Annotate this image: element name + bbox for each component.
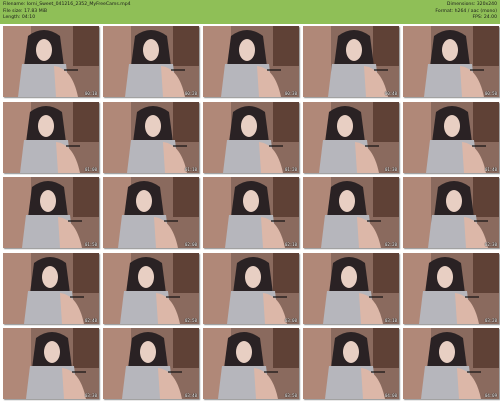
frame-timestamp: 00:30 <box>284 91 297 96</box>
frame-timestamp: 04:09 <box>484 393 497 398</box>
frame-image <box>103 252 199 324</box>
frame-image <box>103 26 199 97</box>
video-frame-thumbnail: 02:30 <box>403 177 499 248</box>
frame-image <box>3 328 99 399</box>
frame-image <box>303 328 399 399</box>
frame-image <box>3 26 99 97</box>
video-frame-thumbnail: 02:10 <box>203 177 299 248</box>
video-frame-thumbnail: 01:40 <box>403 101 499 173</box>
video-frame-thumbnail: 00:20 <box>103 26 199 97</box>
frame-image <box>403 328 499 399</box>
frame-timestamp: 00:40 <box>384 91 397 96</box>
video-frame-thumbnail: 01:30 <box>303 101 399 173</box>
frame-image <box>303 26 399 97</box>
frame-image <box>3 252 99 324</box>
video-frame-thumbnail: 01:10 <box>103 101 199 173</box>
frame-image <box>3 177 99 248</box>
frame-image <box>103 328 199 399</box>
frame-timestamp: 02:00 <box>184 242 197 247</box>
frame-timestamp: 01:20 <box>284 166 297 172</box>
frame-timestamp: 03:00 <box>284 317 297 323</box>
frame-timestamp: 03:20 <box>484 317 497 323</box>
fps-line: FPS: 24.00 <box>472 15 497 21</box>
filename-line: Filename: Iorni_Sweet_041216_2352_MyFree… <box>3 2 131 7</box>
video-frame-thumbnail: 04:09 <box>403 328 499 399</box>
video-frame-thumbnail: 03:00 <box>203 252 299 324</box>
frame-image <box>303 101 399 173</box>
frame-image <box>303 252 399 324</box>
frame-image <box>303 177 399 248</box>
video-frame-thumbnail: 03:40 <box>103 328 199 399</box>
video-frame-thumbnail: 02:50 <box>103 252 199 324</box>
video-frame-thumbnail: 04:00 <box>303 328 399 399</box>
frame-image <box>103 101 199 173</box>
frame-image <box>203 252 299 324</box>
frame-image <box>403 177 499 248</box>
frame-timestamp: 01:50 <box>84 242 97 247</box>
video-frame-thumbnail: 01:50 <box>3 177 99 248</box>
file-info-left: Filename: Iorni_Sweet_041216_2352_MyFree… <box>3 2 131 22</box>
frame-image <box>403 101 499 173</box>
video-frame-thumbnail: 01:00 <box>3 101 99 173</box>
video-frame-thumbnail: 02:20 <box>303 177 399 248</box>
frame-timestamp: 03:10 <box>384 317 397 323</box>
dimensions-line: Dimensions: 320x240 <box>446 2 497 7</box>
frame-image <box>103 177 199 248</box>
frame-image <box>203 177 299 248</box>
frame-timestamp: 01:30 <box>384 166 397 172</box>
video-frame-thumbnail: 03:50 <box>203 328 299 399</box>
frame-timestamp: 04:00 <box>384 393 397 398</box>
frame-timestamp: 00:50 <box>484 91 497 96</box>
frame-timestamp: 00:20 <box>184 91 197 96</box>
frame-timestamp: 02:20 <box>384 242 397 247</box>
video-frame-thumbnail: 02:40 <box>3 252 99 324</box>
frame-timestamp: 03:50 <box>284 393 297 398</box>
frame-timestamp: 02:40 <box>84 317 97 323</box>
video-frame-thumbnail: 00:40 <box>303 26 399 97</box>
video-frame-thumbnail: 03:20 <box>403 252 499 324</box>
video-frame-thumbnail: 02:00 <box>103 177 199 248</box>
video-info-header: Filename: Iorni_Sweet_041216_2352_MyFree… <box>0 0 500 24</box>
frame-timestamp: 02:10 <box>284 242 297 247</box>
frame-image <box>203 328 299 399</box>
frame-image <box>3 101 99 173</box>
frame-image <box>203 26 299 97</box>
video-frame-thumbnail: 03:30 <box>3 328 99 399</box>
frame-timestamp: 03:30 <box>84 393 97 398</box>
video-frame-thumbnail: 00:30 <box>203 26 299 97</box>
thumbnail-grid: 00:10 00:20 00:30 00:40 00:50 01:00 01:10 01:20… <box>0 24 500 401</box>
frame-timestamp: 02:30 <box>484 242 497 247</box>
frame-image <box>403 252 499 324</box>
frame-timestamp: 02:50 <box>184 317 197 323</box>
video-frame-thumbnail: 00:10 <box>3 26 99 97</box>
frame-timestamp: 01:00 <box>84 166 97 172</box>
frame-timestamp: 01:40 <box>484 166 497 172</box>
video-frame-thumbnail: 03:10 <box>303 252 399 324</box>
frame-image <box>203 101 299 173</box>
file-info-right: Dimensions: 320x240 Format: h264 / aac (… <box>435 2 497 22</box>
video-frame-thumbnail: 00:50 <box>403 26 499 97</box>
frame-image <box>403 26 499 97</box>
video-frame-thumbnail: 01:20 <box>203 101 299 173</box>
length-line: Length: 04:10 <box>3 15 36 21</box>
frame-timestamp: 00:10 <box>84 91 97 96</box>
frame-timestamp: 03:40 <box>184 393 197 398</box>
frame-timestamp: 01:10 <box>184 166 197 172</box>
